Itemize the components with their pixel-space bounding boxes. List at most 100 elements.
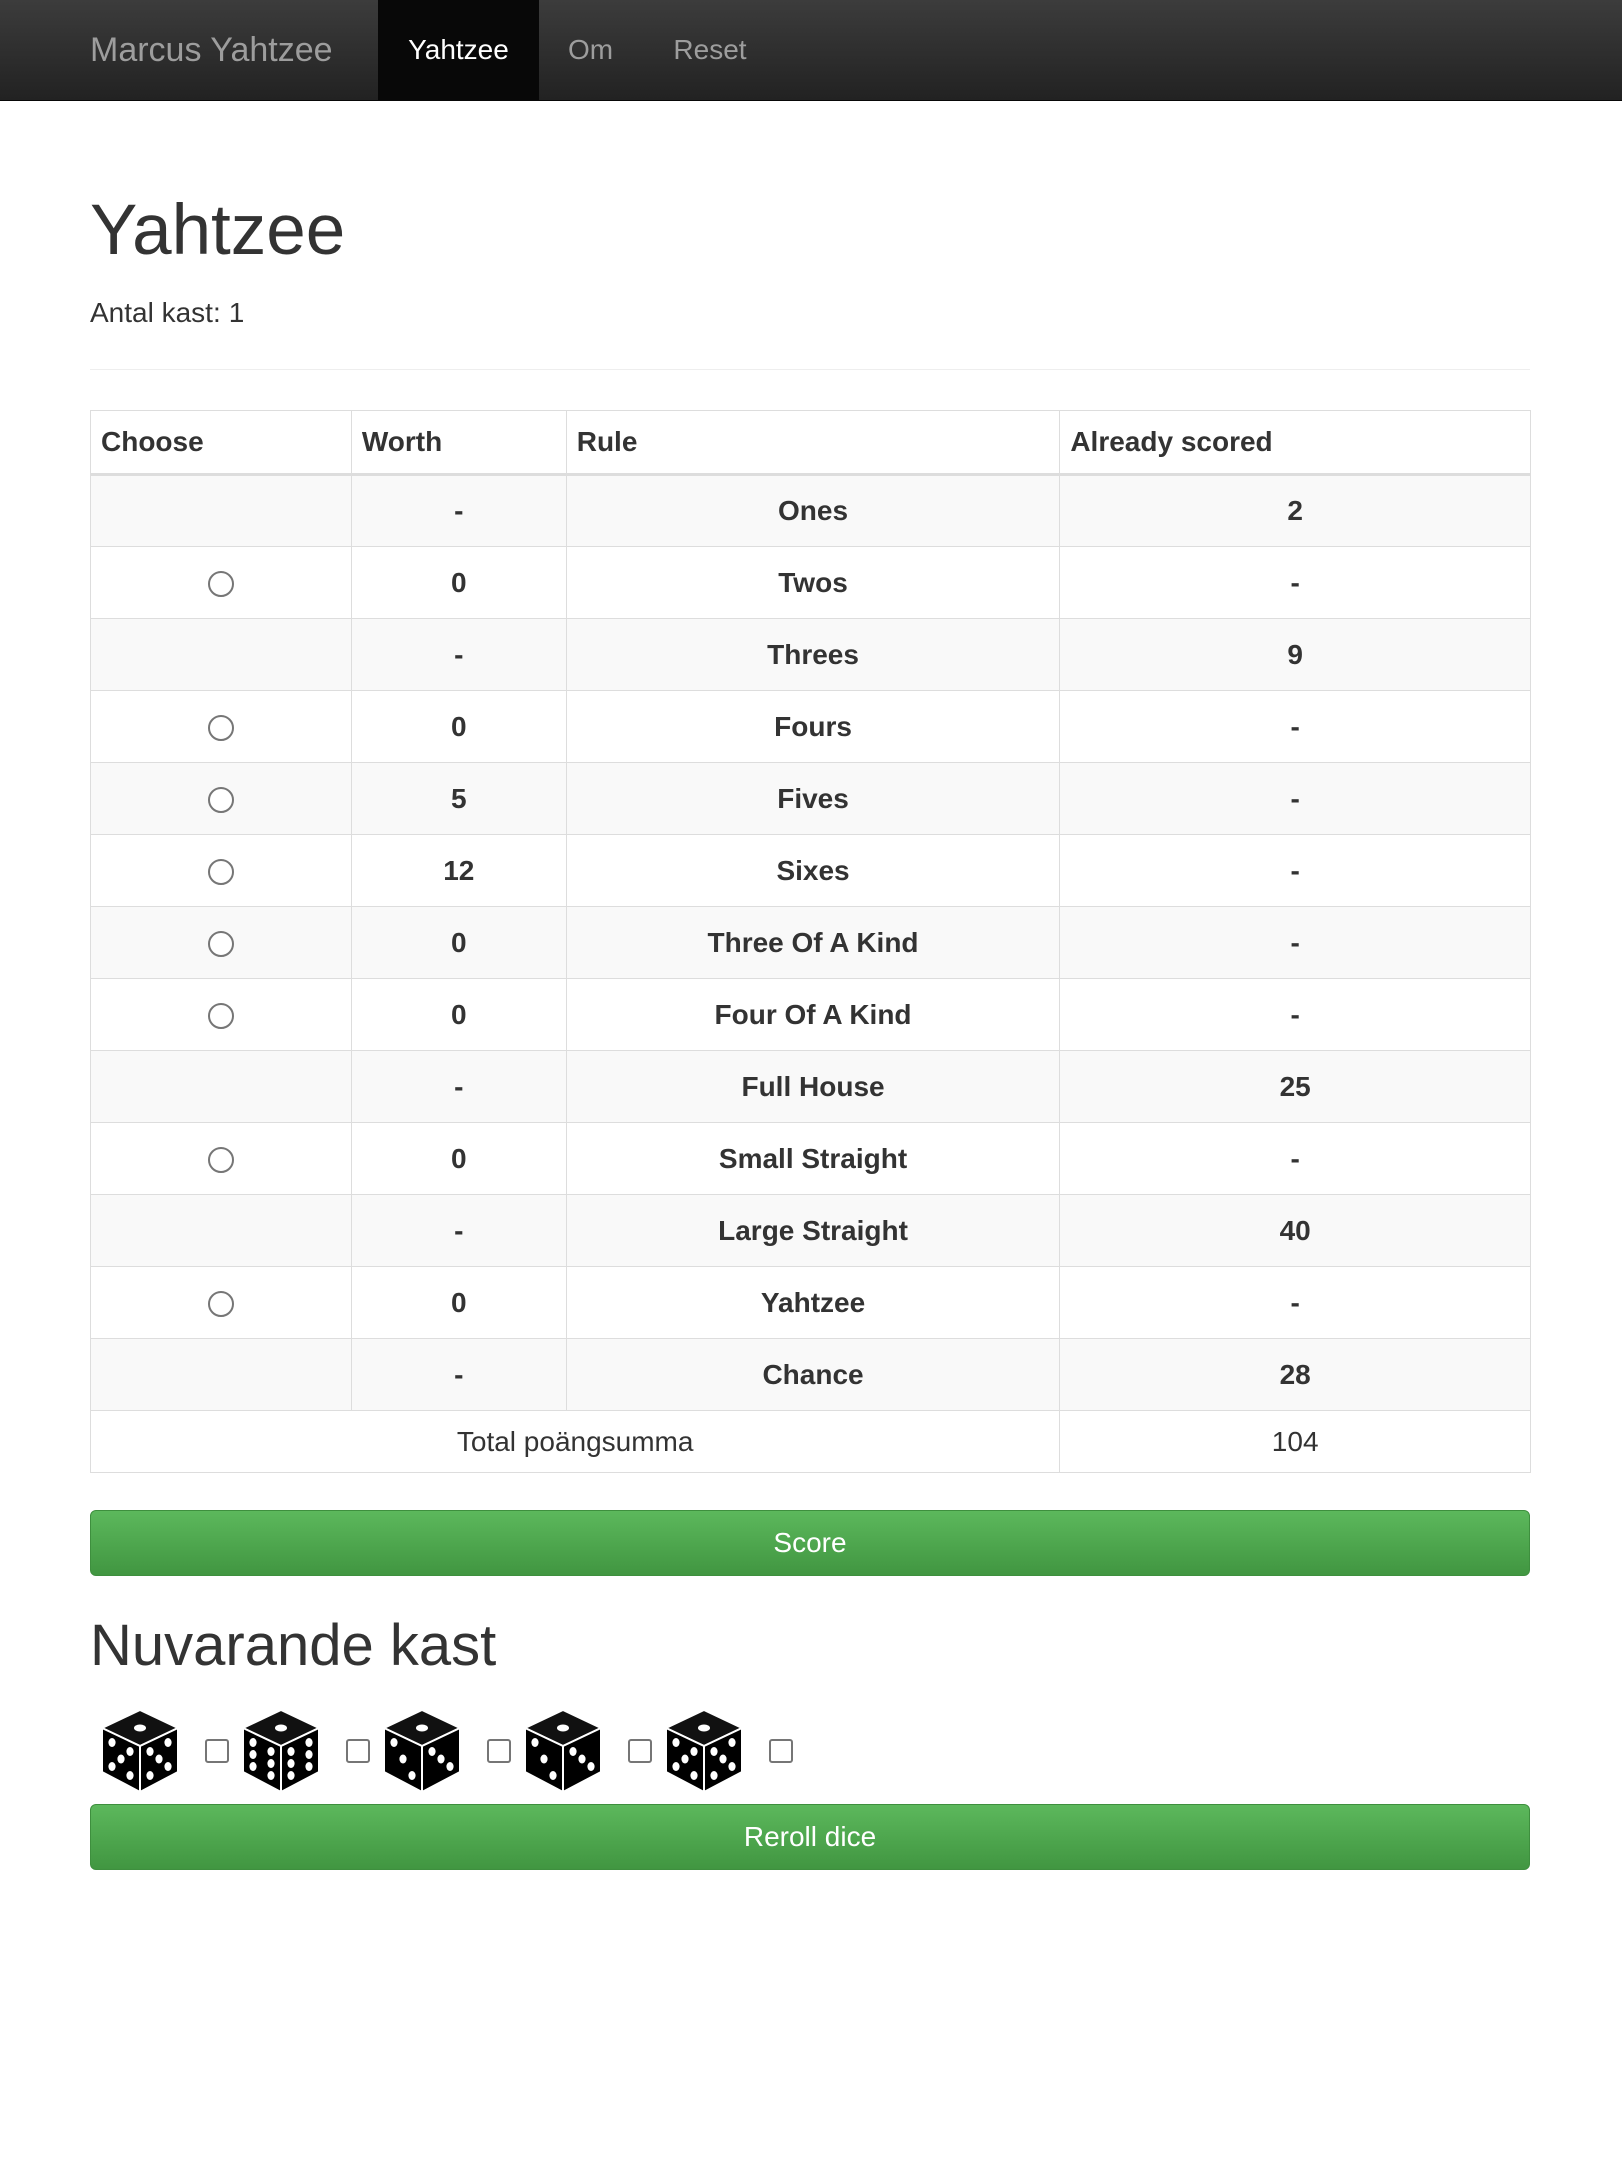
roll-count: Antal kast: 1 (90, 295, 244, 331)
choose-radio[interactable] (207, 1147, 234, 1174)
rule-cell: Four Of A Kind (565, 978, 1061, 1051)
table-row: - Large Straight 40 (90, 1194, 1531, 1267)
rule-cell: Sixes (565, 834, 1061, 907)
worth-cell: - (350, 1050, 567, 1123)
already-scored-cell: 2 (1059, 474, 1531, 547)
already-scored-cell: - (1059, 906, 1531, 979)
reroll-button[interactable]: Reroll dice (90, 1804, 1530, 1870)
choose-cell (90, 1338, 352, 1411)
page-title: Yahtzee (90, 191, 346, 270)
hold-die-checkbox[interactable] (346, 1739, 370, 1763)
nav-item-om[interactable]: Om (539, 0, 642, 100)
choose-radio[interactable] (207, 1291, 234, 1318)
hold-die-checkbox[interactable] (205, 1739, 229, 1763)
table-header-row: Choose Worth Rule Already scored (90, 410, 1531, 476)
already-scored-cell: 40 (1059, 1194, 1531, 1267)
table-row: 0 Small Straight - (90, 1122, 1531, 1195)
already-scored-cell: - (1059, 1122, 1531, 1195)
table-row: 0 Four Of A Kind - (90, 978, 1531, 1051)
choose-cell (90, 1122, 352, 1195)
score-button[interactable]: Score (90, 1510, 1530, 1576)
worth-cell: 0 (350, 1122, 567, 1195)
column-header-worth: Worth (350, 410, 567, 476)
die-five-icon (663, 1708, 745, 1794)
table-row: - Full House 25 (90, 1050, 1531, 1123)
navbar: Marcus Yahtzee Yahtzee Om Reset (0, 0, 1622, 101)
die-three-icon (381, 1708, 463, 1794)
worth-cell: 0 (350, 546, 567, 619)
current-roll-heading: Nuvarande kast (90, 1613, 497, 1678)
rule-cell: Full House (565, 1050, 1061, 1123)
worth-cell: 0 (350, 978, 567, 1051)
already-scored-cell: - (1059, 834, 1531, 907)
table-row: - Ones 2 (90, 474, 1531, 547)
worth-cell: - (350, 618, 567, 691)
choose-radio[interactable] (207, 715, 234, 742)
column-header-already-scored: Already scored (1059, 410, 1531, 476)
rule-cell: Fives (565, 762, 1061, 835)
nav-item-reset[interactable]: Reset (642, 0, 778, 100)
already-scored-cell: - (1059, 762, 1531, 835)
rule-cell: Threes (565, 618, 1061, 691)
worth-cell: - (350, 474, 567, 547)
score-table: Choose Worth Rule Already scored - Ones 2 0… (89, 410, 1531, 1473)
worth-cell: 5 (350, 762, 567, 835)
worth-cell: 0 (350, 1266, 567, 1339)
worth-cell: 0 (350, 690, 567, 763)
already-scored-cell: - (1059, 978, 1531, 1051)
rule-cell: Large Straight (565, 1194, 1061, 1267)
choose-radio[interactable] (207, 787, 234, 814)
hold-die-checkbox[interactable] (769, 1739, 793, 1763)
table-row: 0 Twos - (90, 546, 1531, 619)
rule-cell: Twos (565, 546, 1061, 619)
column-header-rule: Rule (565, 410, 1061, 476)
table-row: - Threes 9 (90, 618, 1531, 691)
total-row: Total poängsumma 104 (89, 1410, 1531, 1473)
worth-cell: - (350, 1338, 567, 1411)
total-label: Total poängsumma (89, 1410, 1061, 1473)
worth-cell: - (350, 1194, 567, 1267)
die-three-icon (522, 1708, 604, 1794)
total-value: 104 (1059, 1410, 1531, 1473)
already-scored-cell: - (1059, 546, 1531, 619)
rule-cell: Small Straight (565, 1122, 1061, 1195)
choose-cell (90, 690, 352, 763)
already-scored-cell: 28 (1059, 1338, 1531, 1411)
roll-count-label: Antal kast: (90, 297, 221, 328)
table-row: 12 Sixes - (90, 834, 1531, 907)
choose-cell (90, 834, 352, 907)
already-scored-cell: 25 (1059, 1050, 1531, 1123)
rule-cell: Yahtzee (565, 1266, 1061, 1339)
navbar-brand[interactable]: Marcus Yahtzee (90, 0, 333, 100)
choose-radio[interactable] (207, 931, 234, 958)
choose-cell (90, 474, 352, 547)
roll-count-value: 1 (228, 297, 245, 328)
already-scored-cell: - (1059, 1266, 1531, 1339)
hold-die-checkbox[interactable] (487, 1739, 511, 1763)
worth-cell: 0 (350, 906, 567, 979)
column-header-choose: Choose (90, 410, 352, 476)
table-row: 0 Three Of A Kind - (90, 906, 1531, 979)
choose-cell (90, 1050, 352, 1123)
table-row: 0 Yahtzee - (90, 1266, 1531, 1339)
die-six-icon (240, 1708, 322, 1794)
choose-radio[interactable] (207, 1003, 234, 1030)
rule-cell: Fours (565, 690, 1061, 763)
rule-cell: Ones (565, 474, 1061, 547)
hold-die-checkbox[interactable] (628, 1739, 652, 1763)
already-scored-cell: - (1059, 690, 1531, 763)
choose-cell (90, 546, 352, 619)
choose-cell (90, 1194, 352, 1267)
nav-item-yahtzee[interactable]: Yahtzee (378, 0, 539, 100)
table-row: 5 Fives - (90, 762, 1531, 835)
already-scored-cell: 9 (1059, 618, 1531, 691)
divider (90, 369, 1530, 370)
rule-cell: Chance (565, 1338, 1061, 1411)
choose-radio[interactable] (207, 571, 234, 598)
choose-radio[interactable] (207, 859, 234, 886)
choose-cell (90, 906, 352, 979)
worth-cell: 12 (350, 834, 567, 907)
choose-cell (90, 978, 352, 1051)
rule-cell: Three Of A Kind (565, 906, 1061, 979)
table-row: 0 Fours - (90, 690, 1531, 763)
